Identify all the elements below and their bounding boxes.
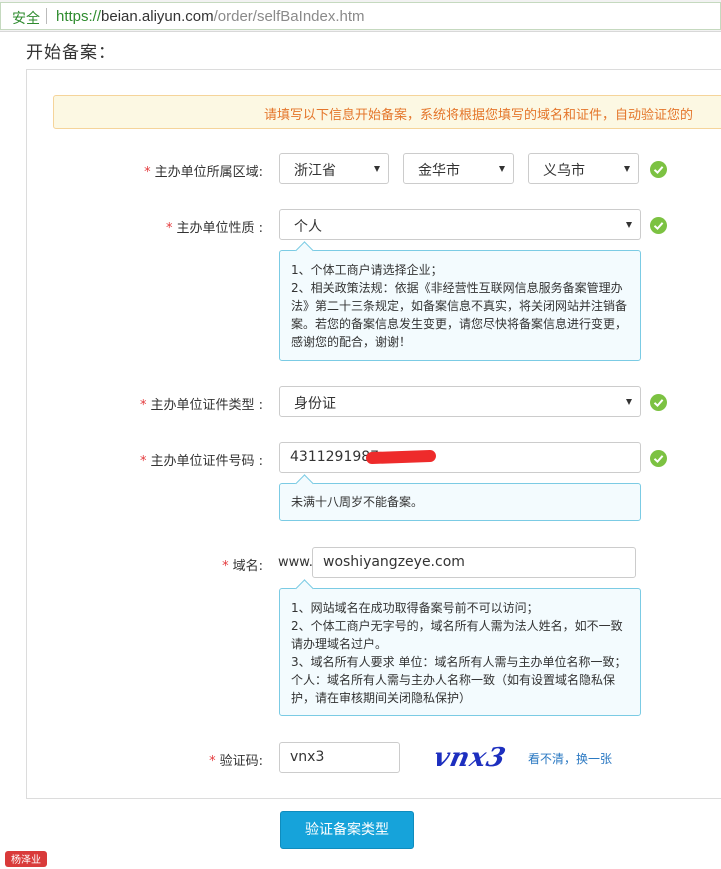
verify-record-type-button[interactable]: 验证备案类型	[280, 811, 414, 849]
chevron-down-icon	[624, 166, 630, 172]
region-label: * 主办单位所属区域:	[144, 161, 263, 180]
org-type-select[interactable]: 个人	[279, 209, 641, 240]
province-value: 浙江省	[294, 163, 336, 179]
id-type-select[interactable]: 身份证	[279, 386, 641, 417]
address-separator	[46, 8, 47, 24]
check-icon	[650, 217, 667, 234]
captcha-image-text: vnx3	[431, 742, 509, 772]
tip-line: 未满十八周岁不能备案。	[291, 495, 424, 509]
required-mark: *	[222, 559, 229, 574]
domain-tip: 1、网站域名在成功取得备案号前不可以访问； 2、个体工商户无字号的，域名所有人需…	[279, 588, 641, 716]
required-mark: *	[139, 454, 147, 469]
id-type-label: * 主办单位证件类型 :	[140, 394, 263, 413]
notice-text: 请填写以下信息开始备案，系统将根据您填写的域名和证件，自动验证您的	[264, 108, 694, 123]
tip-line: 3、域名所有人要求 单位：域名所有人需与主办单位名称一致；	[291, 655, 627, 669]
check-icon	[650, 450, 667, 467]
url-host: beian.aliyun.com	[101, 8, 214, 25]
county-select[interactable]: 义乌市	[528, 153, 639, 184]
url-scheme: https://	[56, 8, 102, 25]
captcha-image[interactable]: vnx3	[430, 740, 510, 772]
tip-line: 1、网站域名在成功取得备案号前不可以访问；	[291, 601, 539, 615]
county-value: 义乌市	[543, 163, 585, 179]
tip-line: 请办理域名过户。	[291, 637, 388, 651]
required-mark: *	[165, 221, 173, 236]
captcha-label-text: 验证码:	[219, 754, 263, 769]
domain-prefix: www.	[278, 555, 313, 570]
tip-line: 2、个体工商户无字号的，域名所有人需为法人姓名，如不一致	[291, 619, 623, 633]
required-mark: *	[209, 754, 216, 769]
tip-line: 个人：域名所有人需与主办人名称一致（如有设置域名隐私保	[291, 673, 616, 687]
org-type-tip: 1、个体工商户请选择企业； 2、相关政策法规：依据《非经营性互联网信息服务备案管…	[279, 250, 641, 361]
id-number-label-text: 主办单位证件号码 :	[150, 454, 263, 469]
redaction-mark	[365, 449, 437, 465]
chevron-down-icon	[626, 399, 632, 405]
domain-value: woshiyangzeye.com	[323, 554, 465, 570]
url-path: /order/selfBaIndex.htm	[213, 8, 365, 25]
domain-label: * 域名:	[222, 555, 263, 574]
required-mark: *	[144, 165, 151, 180]
org-type-label-text: 主办单位性质 :	[176, 221, 263, 236]
org-type-value: 个人	[294, 219, 322, 235]
city-select[interactable]: 金华市	[403, 153, 514, 184]
tip-line: 感谢您的配合，谢谢！	[291, 335, 412, 349]
url-bar[interactable]: 安全 https://beian.aliyun.com/order/selfBa…	[0, 2, 721, 30]
domain-input[interactable]: woshiyangzeye.com	[312, 547, 636, 578]
page-title: 开始备案：	[26, 43, 116, 63]
check-icon	[650, 394, 667, 411]
tip-line: 护，请在审核期间关闭隐私保护）	[291, 691, 472, 705]
url-text[interactable]: https://beian.aliyun.com/order/selfBaInd…	[56, 8, 365, 25]
chevron-down-icon	[499, 166, 505, 172]
required-mark: *	[139, 398, 147, 413]
city-value: 金华市	[418, 163, 460, 179]
captcha-label: * 验证码:	[209, 750, 263, 769]
domain-label-text: 域名:	[232, 559, 263, 574]
chevron-down-icon	[374, 166, 380, 172]
id-type-value: 身份证	[294, 396, 336, 412]
id-number-tip: 未满十八周岁不能备案。	[279, 483, 641, 521]
captcha-input[interactable]: vnx3	[279, 742, 400, 773]
notice-banner: 请填写以下信息开始备案，系统将根据您填写的域名和证件，自动验证您的	[53, 95, 721, 129]
tip-line: 法》第二十三条规定，如备案信息不真实，将关闭网站并注销备	[291, 299, 628, 313]
region-label-text: 主办单位所属区域:	[154, 165, 263, 180]
check-icon	[650, 161, 667, 178]
watermark-stamp: 杨泽业	[5, 851, 47, 867]
id-number-label: * 主办单位证件号码 :	[140, 450, 263, 469]
tip-line: 2、相关政策法规：依据《非经营性互联网信息服务备案管理办	[291, 281, 623, 295]
secure-label: 安全	[12, 10, 40, 26]
chevron-down-icon	[626, 222, 632, 228]
org-type-label: * 主办单位性质 :	[166, 217, 263, 236]
browser-address-bar: 安全 https://beian.aliyun.com/order/selfBa…	[0, 0, 721, 32]
id-number-input[interactable]: 4311291987	[279, 442, 641, 473]
province-select[interactable]: 浙江省	[279, 153, 389, 184]
tip-line: 1、个体工商户请选择企业；	[291, 263, 443, 277]
captcha-value: vnx3	[290, 749, 325, 765]
id-type-label-text: 主办单位证件类型 :	[150, 398, 263, 413]
svg-text:杨泽业: 杨泽业	[11, 853, 41, 866]
tip-line: 案。若您的备案信息发生变更，请您尽快将备案信息进行变更，	[291, 317, 628, 331]
captcha-refresh-link[interactable]: 看不清，换一张	[528, 750, 612, 767]
